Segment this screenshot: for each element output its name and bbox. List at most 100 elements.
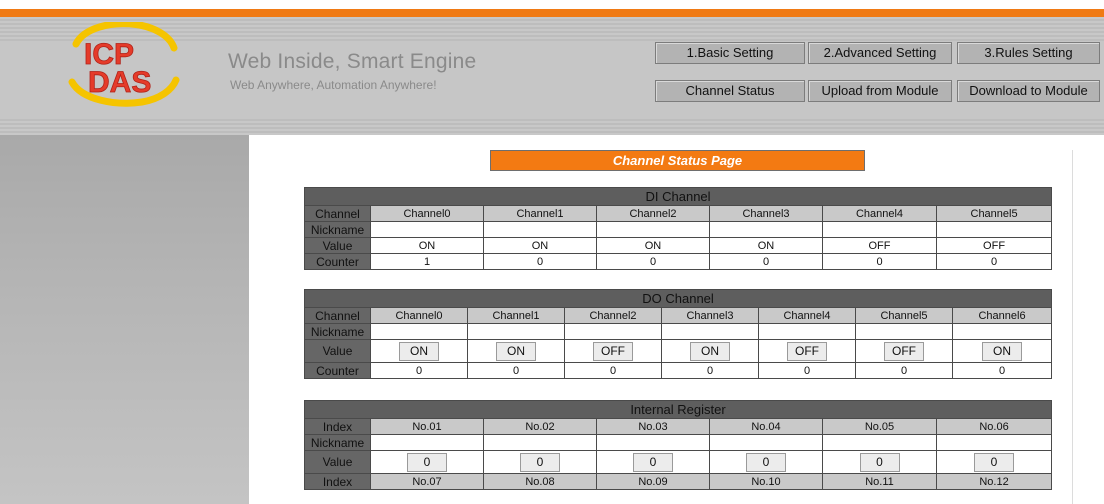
- channel-status-button[interactable]: Channel Status: [655, 80, 805, 102]
- di-channel-table: DI Channel Channel Channel0 Channel1 Cha…: [303, 187, 1053, 270]
- do-value-label: Value: [304, 339, 371, 363]
- di-nickname-cell: [370, 221, 484, 238]
- di-value-label: Value: [304, 237, 371, 254]
- di-value-cell: ON: [709, 237, 823, 254]
- ir-value-button[interactable]: 0: [859, 452, 900, 472]
- do-counter-cell: 0: [467, 362, 565, 379]
- do-nickname-cell: [758, 323, 856, 340]
- ir-value-button[interactable]: 0: [633, 452, 673, 472]
- do-channel-name: Channel3: [661, 307, 759, 324]
- do-channel-table: DO Channel Channel Channel0 Channel1 Cha…: [303, 289, 1053, 379]
- di-nickname-cell: [935, 221, 1053, 238]
- ir-index-cell: No.11: [822, 473, 937, 490]
- brand-subtitle: Web Anywhere, Automation Anywhere!: [230, 78, 437, 92]
- di-counter-label: Counter: [304, 253, 371, 270]
- di-nickname-cell: [483, 221, 597, 238]
- do-counter-cell: 0: [758, 362, 856, 379]
- advanced-setting-button[interactable]: 2.Advanced Setting: [808, 42, 952, 64]
- ir-index-cell: No.12: [935, 473, 1053, 490]
- download-to-module-button[interactable]: Download to Module: [957, 80, 1100, 102]
- di-channel-label: Channel: [304, 205, 371, 222]
- do-toggle-button[interactable]: OFF: [884, 341, 924, 361]
- di-value-cell: ON: [596, 237, 710, 254]
- icp-das-logo: ICP DAS: [68, 22, 180, 107]
- do-counter-cell: 0: [855, 362, 953, 379]
- di-channel-name: Channel0: [370, 205, 484, 222]
- do-channel-name: Channel0: [370, 307, 468, 324]
- do-section-title: DO Channel: [303, 289, 1053, 308]
- do-counter-cell: 0: [661, 362, 759, 379]
- top-bar: [0, 0, 1104, 17]
- ir-value-button[interactable]: 0: [407, 452, 447, 472]
- do-channel-name: Channel4: [758, 307, 856, 324]
- rules-setting-button[interactable]: 3.Rules Setting: [957, 42, 1100, 64]
- di-channel-name: Channel5: [935, 205, 1053, 222]
- do-nickname-cell: [855, 323, 953, 340]
- di-counter-cell: 0: [935, 253, 1053, 270]
- ir-nickname-cell: [935, 434, 1053, 451]
- di-counter-cell: 1: [370, 253, 484, 270]
- di-nickname-cell: [709, 221, 823, 238]
- do-channel-label: Channel: [304, 307, 371, 324]
- ir-value-button[interactable]: 0: [974, 452, 1015, 472]
- ir-value-label: Value: [304, 450, 371, 474]
- di-channel-name: Channel4: [822, 205, 937, 222]
- do-toggle-button[interactable]: ON: [690, 341, 730, 361]
- ir-index-label: Index: [304, 418, 371, 435]
- internal-register-table: Internal Register Index No.01 No.02 No.0…: [303, 400, 1053, 490]
- do-nickname-label: Nickname: [304, 323, 371, 340]
- do-nickname-cell: [564, 323, 662, 340]
- do-counter-label: Counter: [304, 362, 371, 379]
- ir-index-cell: No.02: [483, 418, 597, 435]
- ir-index-cell: No.10: [709, 473, 823, 490]
- do-channel-name: Channel5: [855, 307, 953, 324]
- do-nickname-cell: [370, 323, 468, 340]
- do-toggle-button[interactable]: ON: [496, 341, 536, 361]
- do-toggle-button[interactable]: ON: [982, 341, 1023, 361]
- top-accent-stripe: [0, 9, 1104, 17]
- ir-nickname-cell: [596, 434, 710, 451]
- di-counter-cell: 0: [822, 253, 937, 270]
- do-counter-cell: 0: [564, 362, 662, 379]
- ir-index-cell: No.03: [596, 418, 710, 435]
- di-counter-cell: 0: [483, 253, 597, 270]
- ir-section-title: Internal Register: [303, 400, 1053, 419]
- ir-index-cell: No.04: [709, 418, 823, 435]
- do-toggle-button[interactable]: OFF: [787, 341, 827, 361]
- do-channel-name: Channel2: [564, 307, 662, 324]
- di-section-title: DI Channel: [303, 187, 1053, 206]
- di-counter-cell: 0: [596, 253, 710, 270]
- do-toggle-button[interactable]: OFF: [593, 341, 633, 361]
- di-value-cell: OFF: [935, 237, 1053, 254]
- do-nickname-cell: [951, 323, 1053, 340]
- brand-title: Web Inside, Smart Engine: [228, 50, 477, 73]
- ir-nickname-cell: [370, 434, 484, 451]
- ir-nickname-label: Nickname: [304, 434, 371, 451]
- content-divider: [1072, 150, 1073, 504]
- ir-value-button[interactable]: 0: [520, 452, 560, 472]
- upload-from-module-button[interactable]: Upload from Module: [808, 80, 952, 102]
- ir-value-button[interactable]: 0: [746, 452, 786, 472]
- ir-index-label: Index: [304, 473, 371, 490]
- di-channel-name: Channel2: [596, 205, 710, 222]
- do-channel-name: Channel6: [951, 307, 1053, 324]
- ir-nickname-cell: [709, 434, 823, 451]
- do-channel-name: Channel1: [467, 307, 565, 324]
- ir-index-cell: No.05: [822, 418, 937, 435]
- di-channel-name: Channel3: [709, 205, 823, 222]
- di-channel-name: Channel1: [483, 205, 597, 222]
- do-nickname-cell: [661, 323, 759, 340]
- ir-index-cell: No.07: [370, 473, 484, 490]
- di-counter-cell: 0: [709, 253, 823, 270]
- svg-text:DAS: DAS: [88, 66, 151, 99]
- do-counter-cell: 0: [951, 362, 1053, 379]
- do-toggle-button[interactable]: ON: [399, 341, 439, 361]
- di-value-cell: ON: [370, 237, 484, 254]
- di-value-cell: ON: [483, 237, 597, 254]
- di-nickname-cell: [822, 221, 937, 238]
- do-nickname-cell: [467, 323, 565, 340]
- di-nickname-cell: [596, 221, 710, 238]
- basic-setting-button[interactable]: 1.Basic Setting: [655, 42, 805, 64]
- sidebar: [0, 135, 249, 504]
- di-nickname-label: Nickname: [304, 221, 371, 238]
